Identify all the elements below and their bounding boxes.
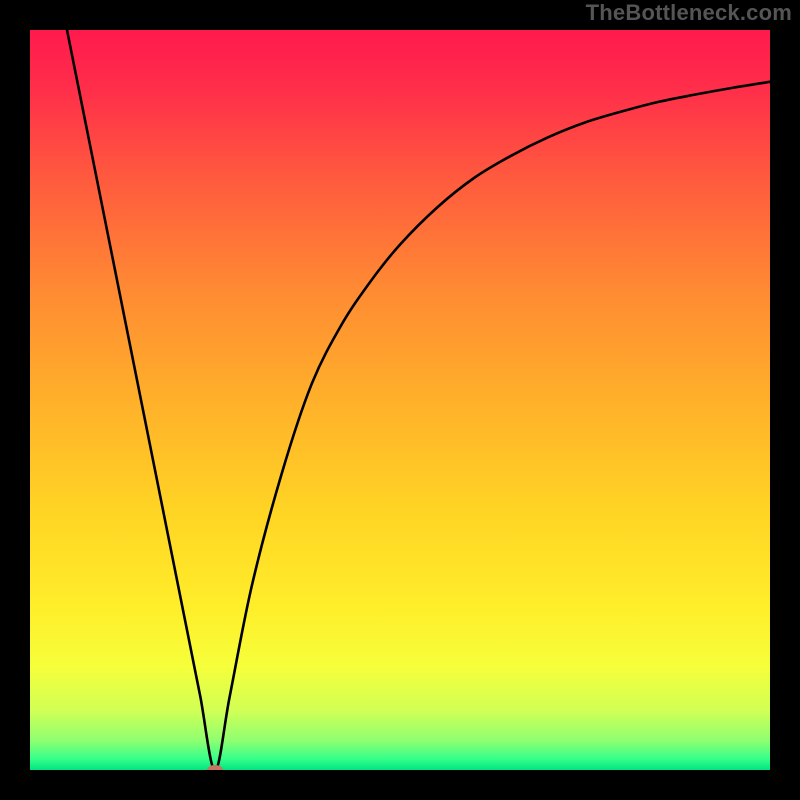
plot-area — [30, 30, 770, 770]
curve-layer — [30, 30, 770, 770]
chart-frame: TheBottleneck.com — [0, 0, 800, 800]
watermark-text: TheBottleneck.com — [586, 0, 792, 26]
optimum-point-marker — [207, 765, 223, 770]
bottleneck-curve — [67, 30, 770, 770]
